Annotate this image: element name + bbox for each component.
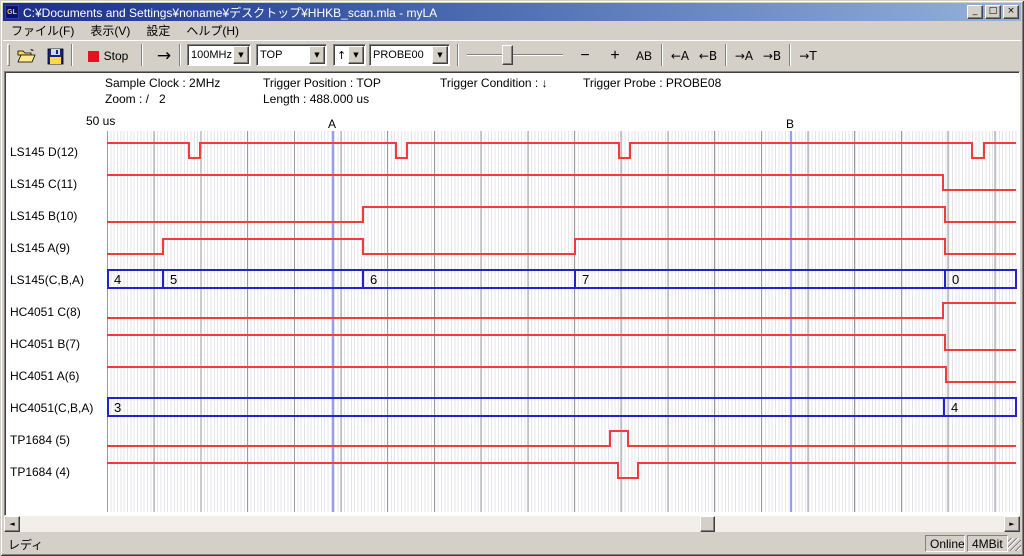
marker-a-label[interactable]: A xyxy=(328,117,336,131)
chevron-down-icon[interactable]: ▼ xyxy=(348,46,364,64)
menu-view[interactable]: 表示(V) xyxy=(82,21,138,40)
trigger-position-info: Trigger Position : TOP xyxy=(263,76,381,90)
channel-label: HC4051 C(8) xyxy=(10,305,81,319)
svg-text:6: 6 xyxy=(370,272,377,287)
channel-label: LS145 A(9) xyxy=(10,241,70,255)
toolbar-grip xyxy=(7,44,10,66)
run-button[interactable]: → xyxy=(149,44,179,68)
marker-b-right-button[interactable]: →B xyxy=(759,44,785,68)
app-icon: GL xyxy=(5,5,19,19)
resize-grip[interactable] xyxy=(1008,538,1021,551)
channel-label: TP1684 (5) xyxy=(10,433,70,447)
waveform-traces: 4 5 6 7 0 3 4 xyxy=(107,131,1017,512)
horizontal-scrollbar[interactable]: ◄ ► xyxy=(4,516,1020,532)
window-title: C:¥Documents and Settings¥noname¥デスクトップ¥… xyxy=(23,4,967,21)
toolbar-separator xyxy=(457,44,459,66)
channel-label: HC4051 B(7) xyxy=(10,337,80,351)
toolbar-separator xyxy=(179,44,181,66)
channel-label-column: LS145 D(12) LS145 C(11) LS145 B(10) LS145 A… xyxy=(10,131,105,483)
chevron-down-icon[interactable]: ▼ xyxy=(233,46,249,64)
sample-rate-combo[interactable]: 100MHz ▼ xyxy=(187,44,251,66)
toolbar: Stop → 100MHz ▼ TOP ▼ ↑ ▼ PROBE00 ▼ − + … xyxy=(3,40,1021,70)
zoom-out-button[interactable]: − xyxy=(573,44,597,68)
close-button[interactable]: × xyxy=(1003,5,1019,19)
channel-label: LS145 C(11) xyxy=(10,177,77,191)
status-online-badge: Online xyxy=(925,535,965,552)
menu-bar: ファイル(F) 表示(V) 設定 ヘルプ(H) xyxy=(3,21,1021,40)
save-floppy-icon xyxy=(47,48,64,65)
channel-label: LS145 D(12) xyxy=(10,145,78,159)
probe-combo[interactable]: PROBE00 ▼ xyxy=(369,44,450,66)
marker-b-label[interactable]: B xyxy=(786,117,794,131)
goto-trigger-button[interactable]: →T xyxy=(795,44,821,68)
trigger-condition-info: Trigger Condition : ↓ xyxy=(440,76,548,90)
trigger-position-value: TOP xyxy=(257,49,309,61)
stop-button[interactable]: Stop xyxy=(79,44,137,68)
scroll-left-icon[interactable]: ◄ xyxy=(4,516,20,532)
marker-a-left-button[interactable]: ←A xyxy=(667,44,693,68)
channel-label: HC4051(C,B,A) xyxy=(10,401,93,415)
trigger-probe-info: Trigger Probe : PROBE08 xyxy=(583,76,721,90)
scroll-right-icon[interactable]: ► xyxy=(1004,516,1020,532)
open-folder-icon xyxy=(17,48,37,64)
scrollbar-thumb[interactable] xyxy=(700,516,715,532)
maximize-button[interactable]: □ xyxy=(985,5,1001,19)
status-memory-badge: 4MBit xyxy=(967,535,1008,552)
toolbar-separator xyxy=(661,44,663,66)
trigger-position-combo[interactable]: TOP ▼ xyxy=(256,44,327,66)
status-ready-text: レディ xyxy=(8,536,43,553)
channel-label: LS145(C,B,A) xyxy=(10,273,84,287)
svg-text:3: 3 xyxy=(114,400,121,415)
svg-text:7: 7 xyxy=(582,272,589,287)
toolbar-separator xyxy=(71,44,73,66)
chevron-down-icon[interactable]: ▼ xyxy=(432,46,448,64)
open-file-button[interactable] xyxy=(15,44,39,68)
toolbar-separator xyxy=(725,44,727,66)
chevron-down-icon[interactable]: ▼ xyxy=(309,46,325,64)
waveform-grid[interactable]: 4 5 6 7 0 3 4 xyxy=(107,131,1017,512)
zoom-info: Zoom : / 2 xyxy=(105,92,166,106)
mylA-window: GL C:¥Documents and Settings¥noname¥デスクト… xyxy=(0,0,1024,556)
trigger-edge-combo[interactable]: ↑ ▼ xyxy=(333,44,366,66)
ab-range-button[interactable]: AB xyxy=(630,44,658,68)
svg-text:4: 4 xyxy=(114,272,121,287)
marker-b-left-button[interactable]: ←B xyxy=(695,44,721,68)
save-file-button[interactable] xyxy=(43,44,67,68)
stop-label: Stop xyxy=(104,49,129,63)
sample-rate-value: 100MHz xyxy=(188,49,233,61)
stop-square-icon xyxy=(88,51,99,62)
menu-help[interactable]: ヘルプ(H) xyxy=(178,21,247,40)
toolbar-separator xyxy=(141,44,143,66)
zoom-in-button[interactable]: + xyxy=(603,44,627,68)
toolbar-separator xyxy=(789,44,791,66)
zoom-slider-thumb[interactable] xyxy=(502,45,513,65)
title-bar[interactable]: GL C:¥Documents and Settings¥noname¥デスクト… xyxy=(3,3,1021,21)
channel-label: LS145 B(10) xyxy=(10,209,77,223)
channel-label: TP1684 (4) xyxy=(10,465,70,479)
menu-settings[interactable]: 設定 xyxy=(138,21,178,40)
zoom-slider-track[interactable] xyxy=(467,54,563,56)
time-scale-label: 50 us xyxy=(86,114,115,128)
sample-clock-info: Sample Clock : 2MHz xyxy=(105,76,220,90)
probe-value: PROBE00 xyxy=(370,49,432,61)
channel-label: HC4051 A(6) xyxy=(10,369,79,383)
svg-text:4: 4 xyxy=(951,400,958,415)
trigger-edge-value: ↑ xyxy=(334,49,348,62)
marker-a-right-button[interactable]: →A xyxy=(731,44,757,68)
svg-text:0: 0 xyxy=(952,272,959,287)
status-bar: レディ Online 4MBit xyxy=(3,534,1021,553)
svg-text:5: 5 xyxy=(170,272,177,287)
length-info: Length : 488.000 us xyxy=(263,92,369,106)
menu-file[interactable]: ファイル(F) xyxy=(3,21,82,40)
minimize-button[interactable]: _ xyxy=(967,5,983,19)
